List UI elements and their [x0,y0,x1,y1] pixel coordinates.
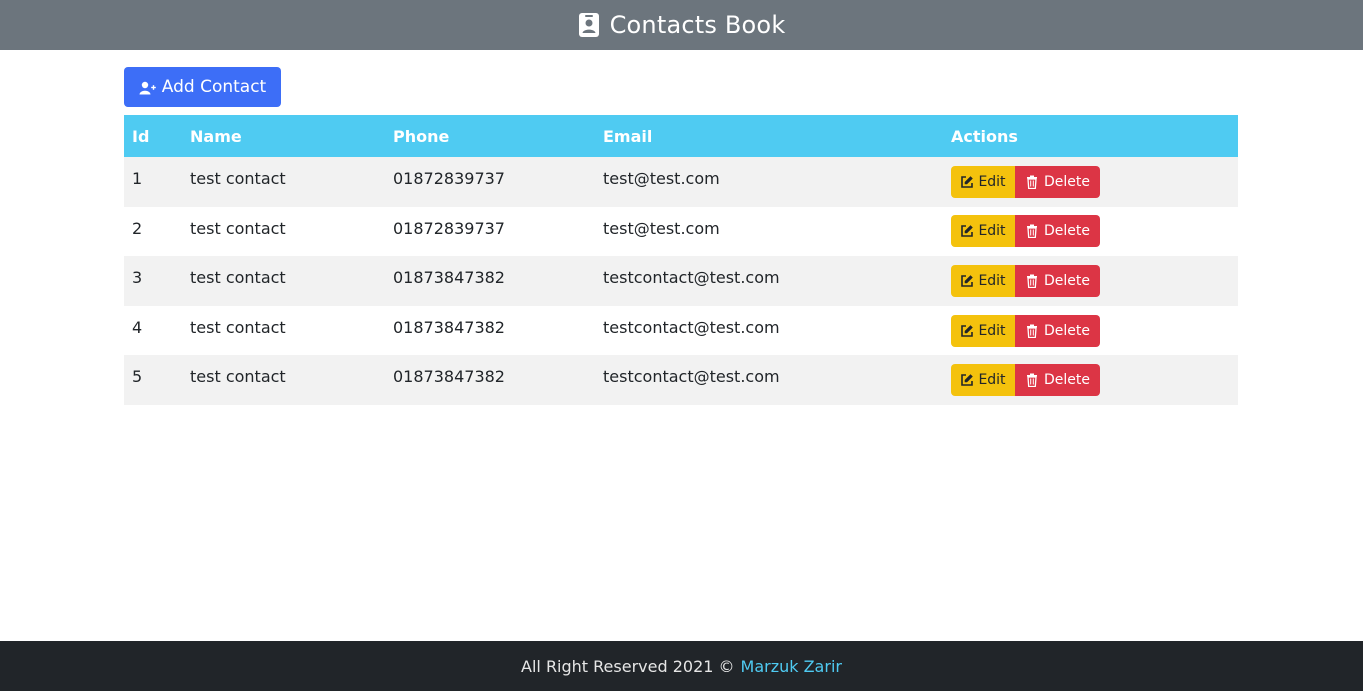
cell-phone: 01872839737 [393,169,505,188]
delete-label: Delete [1044,322,1090,339]
row-actions: Edit Delete [951,215,1100,248]
edit-button[interactable]: Edit [951,165,1015,198]
edit-icon [960,274,974,288]
delete-button[interactable]: Delete [1015,165,1100,198]
cell-actions: Edit Delete [943,355,1238,405]
contact-card-icon [578,12,600,38]
cell-phone: 01873847382 [393,367,505,387]
add-contact-label: Add Contact [161,77,267,97]
column-header-email: Email [603,126,653,146]
edit-label: Edit [978,372,1006,389]
column-header-actions: Actions [951,126,1018,146]
cell-actions: Edit Delete [943,256,1238,306]
cell-name: test contact [190,317,286,337]
table-row: 4 test contact 01873847382 testcontact@t… [124,305,1238,356]
edit-icon [960,373,974,387]
column-header-phone: Phone [393,126,450,146]
column-header-id: Id [132,126,150,146]
edit-icon [960,175,974,189]
cell-id: 5 [132,367,143,387]
edit-label: Edit [978,272,1006,289]
contacts-table: Id Name Phone Email Actions 1 test conta… [124,115,1238,405]
cell-name: test contact [190,218,286,238]
cell-actions: Edit Delete [943,306,1238,356]
table-row: 1 test contact 01872839737 test@test.com… [124,157,1238,207]
cell-name: test contact [190,367,286,387]
cell-name: test contact [190,268,286,288]
add-contact-button[interactable]: Add Contact [124,67,281,107]
trash-icon [1025,224,1039,239]
delete-label: Delete [1044,372,1090,389]
delete-button[interactable]: Delete [1015,264,1100,297]
edit-icon [960,324,974,338]
table-row: 3 test contact 01873847382 testcontact@t… [124,256,1238,306]
edit-label: Edit [978,173,1006,190]
edit-button[interactable]: Edit [951,215,1015,248]
cell-id: 2 [132,218,143,238]
cell-phone: 01872839737 [393,218,505,238]
cell-email: test@test.com [603,169,720,188]
row-actions: Edit Delete [951,264,1100,297]
row-actions: Edit Delete [951,364,1100,397]
table-row: 5 test contact 01873847382 testcontact@t… [124,355,1238,405]
trash-icon [1025,324,1039,338]
author-link[interactable]: Marzuk Zarir [741,657,842,676]
delete-label: Delete [1044,223,1090,240]
delete-button[interactable]: Delete [1015,215,1100,248]
edit-button[interactable]: Edit [951,364,1015,397]
page-footer: All Right Reserved 2021 © Marzuk Zarir [0,641,1363,691]
cell-email: test@test.com [603,218,720,238]
column-header-name: Name [190,126,242,146]
trash-icon [1025,175,1039,189]
trash-icon [1025,373,1039,388]
delete-label: Delete [1044,173,1090,190]
cell-email: testcontact@test.com [603,367,780,387]
user-plus-icon [139,80,156,95]
edit-label: Edit [978,223,1006,240]
edit-button[interactable]: Edit [951,314,1015,347]
copyright-text: All Right Reserved 2021 © [521,656,735,676]
table-row: 2 test contact 01872839737 test@test.com… [124,206,1238,257]
row-actions: Edit Delete [951,314,1100,347]
cell-email: testcontact@test.com [603,268,780,288]
cell-phone: 01873847382 [393,268,505,288]
delete-label: Delete [1044,272,1090,289]
cell-actions: Edit Delete [943,207,1238,257]
delete-button[interactable]: Delete [1015,364,1100,397]
page-title: Contacts Book [609,11,786,39]
app-header: Contacts Book [0,0,1363,50]
trash-icon [1025,274,1039,289]
table-header-row: Id Name Phone Email Actions [124,115,1238,157]
edit-icon [960,224,974,238]
header-brand: Contacts Book [578,11,786,39]
cell-id: 1 [132,169,143,188]
edit-label: Edit [978,322,1006,339]
edit-button[interactable]: Edit [951,264,1015,297]
cell-actions: Edit Delete [943,157,1238,207]
delete-button[interactable]: Delete [1015,314,1100,347]
cell-email: testcontact@test.com [603,317,780,337]
cell-id: 3 [132,268,143,288]
cell-name: test contact [190,169,286,188]
cell-phone: 01873847382 [393,317,505,337]
cell-id: 4 [132,317,143,337]
row-actions: Edit Delete [951,165,1100,198]
